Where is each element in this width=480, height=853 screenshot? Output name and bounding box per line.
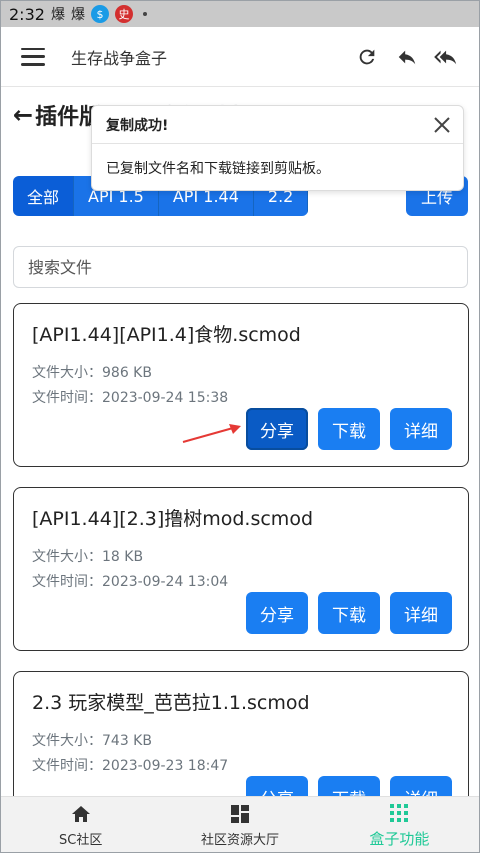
- file-size-label: 文件大小：: [32, 549, 102, 565]
- share-button[interactable]: 分享: [246, 408, 308, 450]
- notification-badge-2: 史: [114, 5, 133, 23]
- file-size-row: 文件大小：18 KB: [32, 545, 450, 570]
- status-glyph-1: 爆: [50, 7, 65, 23]
- file-size-value: 986 KB: [102, 365, 152, 381]
- apps-icon: [389, 802, 409, 824]
- file-size-value: 18 KB: [102, 549, 144, 565]
- file-time-value: 2023-09-23 18:47: [102, 758, 229, 774]
- status-bar: 2:32 爆 爆 $ 史: [1, 1, 479, 27]
- nav-item-sc-community[interactable]: SC社区: [1, 797, 160, 852]
- file-name: 2.3 玩家模型_芭芭拉1.1.scmod: [32, 692, 310, 714]
- file-size-row: 文件大小：743 KB: [32, 729, 450, 754]
- home-icon: [71, 803, 91, 825]
- share-button[interactable]: 分享: [246, 592, 308, 634]
- refresh-icon[interactable]: [347, 37, 387, 77]
- search-input[interactable]: [13, 246, 468, 288]
- more-notifications-dot: [142, 12, 147, 16]
- file-size-label: 文件大小：: [32, 365, 102, 381]
- file-size-value: 743 KB: [102, 733, 152, 749]
- reply-icon[interactable]: [387, 37, 427, 77]
- status-time: 2:32: [9, 4, 45, 24]
- file-size-row: 文件大小：986 KB: [32, 361, 450, 386]
- file-time-label: 文件时间：: [32, 390, 102, 406]
- reply-all-icon[interactable]: [427, 37, 467, 77]
- menu-icon[interactable]: [21, 47, 45, 66]
- file-size-label: 文件大小：: [32, 733, 102, 749]
- app-screen: 2:32 爆 爆 $ 史 生存战争盒子 ← 插件版 mod文件列表 全部 API: [0, 0, 480, 853]
- nav-item-resource-hall[interactable]: 社区资源大厅: [160, 797, 319, 852]
- close-icon[interactable]: [431, 114, 453, 136]
- app-bar: 生存战争盒子: [1, 27, 479, 87]
- download-button[interactable]: 下载: [318, 592, 380, 634]
- bottom-nav: SC社区 社区资源大厅 盒子功能: [1, 796, 479, 852]
- file-time-label: 文件时间：: [32, 758, 102, 774]
- nav-label: 社区资源大厅: [200, 833, 279, 848]
- detail-button[interactable]: 详细: [390, 408, 452, 450]
- tab-all[interactable]: 全部: [13, 176, 75, 216]
- annotation-arrow-icon: [182, 424, 241, 443]
- toast-title: 复制成功!: [92, 106, 463, 144]
- app-title: 生存战争盒子: [71, 48, 168, 68]
- grid-icon: [230, 803, 249, 825]
- file-card: [API1.44][2.3]撸树mod.scmod 文件大小：18 KB 文件时…: [13, 487, 469, 651]
- nav-item-box-functions[interactable]: 盒子功能: [320, 797, 479, 852]
- download-button[interactable]: 下载: [318, 408, 380, 450]
- file-time-value: 2023-09-24 15:38: [102, 390, 229, 406]
- copy-success-toast: 复制成功! 已复制文件名和下载链接到剪贴板。: [91, 105, 464, 191]
- nav-label: 盒子功能: [369, 830, 430, 848]
- back-arrow-icon[interactable]: ←: [13, 101, 33, 129]
- nav-label: SC社区: [58, 833, 103, 848]
- notification-badge-1: $: [90, 5, 109, 23]
- detail-button[interactable]: 详细: [390, 592, 452, 634]
- file-time-value: 2023-09-24 13:04: [102, 574, 229, 590]
- toast-message: 已复制文件名和下载链接到剪贴板。: [106, 161, 330, 177]
- file-name: [API1.44][API1.4]食物.scmod: [32, 324, 301, 346]
- file-time-label: 文件时间：: [32, 574, 102, 590]
- file-name: [API1.44][2.3]撸树mod.scmod: [32, 508, 314, 530]
- status-glyph-2: 爆: [70, 7, 85, 23]
